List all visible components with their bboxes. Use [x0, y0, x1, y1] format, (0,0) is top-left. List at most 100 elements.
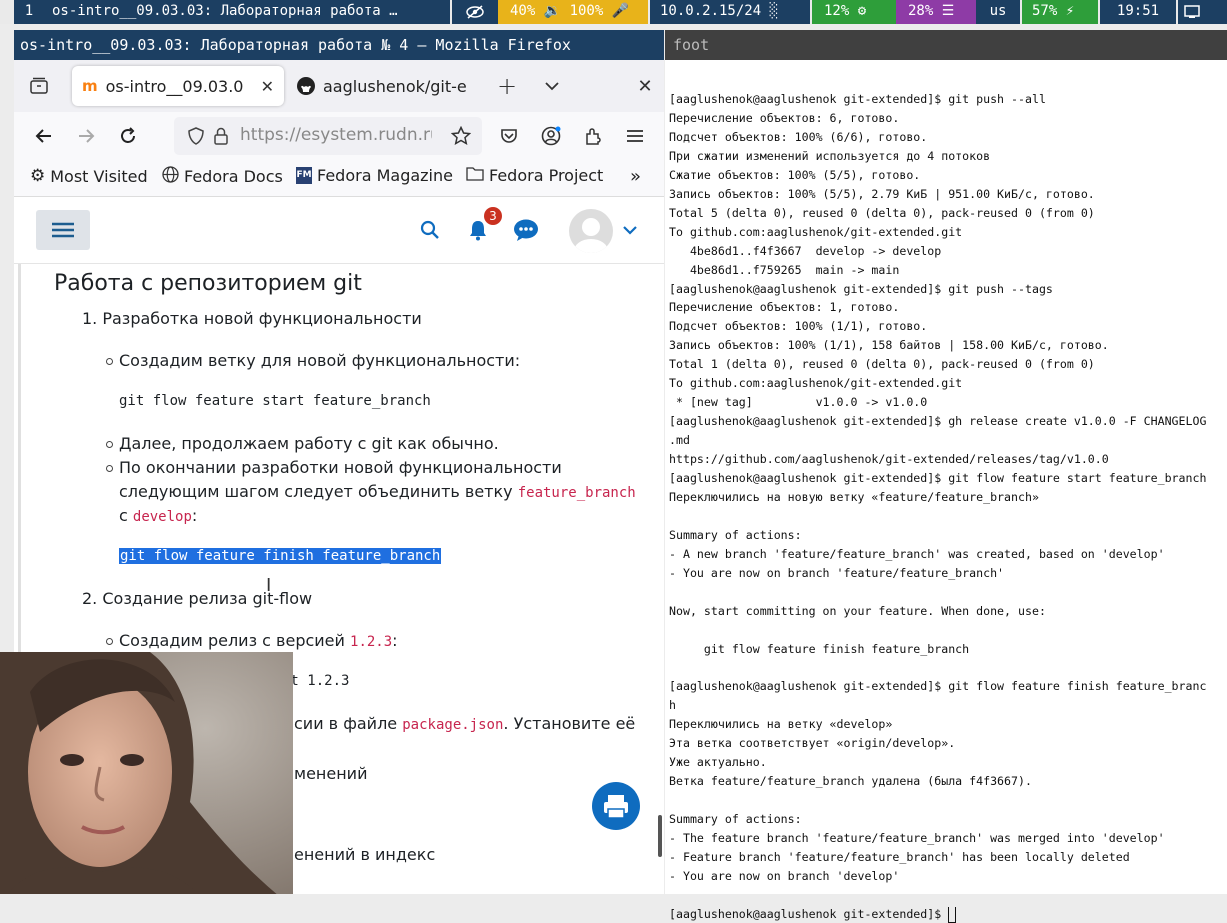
terminal-line: [aaglushenok@aaglushenok git-extended]$ … — [669, 414, 1207, 429]
search-icon[interactable] — [418, 218, 442, 242]
close-window-icon[interactable]: ✕ — [634, 74, 656, 98]
github-icon — [297, 77, 315, 95]
hamburger-menu-icon[interactable] — [624, 125, 646, 147]
forward-icon[interactable] — [74, 124, 98, 148]
memory-status: 28% ☰ — [896, 0, 976, 24]
terminal-line: Подсчет объектов: 100% (1/1), готово. — [669, 319, 928, 334]
terminal-line: Запись объектов: 100% (1/1), 158 байтов … — [669, 338, 1109, 353]
terminal-line: - The feature branch 'feature/feature_br… — [669, 831, 1165, 846]
lock-icon[interactable] — [212, 126, 230, 146]
inline-code: develop — [132, 509, 192, 525]
navigation-toolbar: https://esystem.rudn.ru — [14, 112, 664, 160]
terminal-line: Запись объектов: 100% (5/5), 2.79 КиБ | … — [669, 186, 1095, 201]
shield-icon[interactable] — [186, 126, 206, 146]
terminal-line: .md — [669, 433, 690, 448]
keyboard-layout[interactable]: us — [976, 0, 1020, 24]
bookmarks-toolbar: ⚙ Most Visited Fedora Docs FM Fedora Mag… — [14, 160, 664, 197]
user-avatar[interactable] — [569, 209, 613, 253]
inline-code: 1.2.3 — [350, 634, 393, 650]
bookmark-star-icon[interactable] — [450, 125, 472, 147]
terminal-line: Перечисление объектов: 6, готово. — [669, 110, 900, 125]
text-span: с — [119, 506, 128, 525]
print-button[interactable] — [592, 782, 640, 830]
terminal-line: Перечисление объектов: 1, готово. — [669, 300, 900, 315]
list-item: Создадим релиз с версией 1.2.3: — [119, 631, 398, 650]
terminal-line: https://github.com/aaglushenok/git-exten… — [669, 452, 1109, 467]
list-item-text: сии в файле package.json. Установите её — [294, 714, 635, 733]
list-item: Далее, продолжаем работу с git как обычн… — [119, 434, 499, 453]
terminal-line: To github.com:aaglushenok/git-extended.g… — [669, 224, 963, 239]
terminal-line: [aaglushenok@aaglushenok git-extended]$ … — [669, 92, 1046, 106]
firefox-title-bar: os-intro__09.03.03: Лабораторная работа … — [14, 30, 664, 60]
fedora-magazine-icon: FM — [296, 167, 312, 184]
extensions-icon[interactable] — [582, 125, 604, 147]
bookmark-label: Fedora Project — [489, 166, 604, 185]
tab-strip: m os-intro__09.03.0 ✕ aaglushenok/git-e … — [14, 60, 664, 112]
tab-list-icon[interactable] — [26, 74, 52, 98]
back-icon[interactable] — [32, 124, 56, 148]
focused-window-title: os-intro__09.03.03: Лабораторная работа … — [44, 0, 450, 24]
terminal-line: * [new tag] v1.0.0 -> v1.0.0 — [669, 395, 928, 410]
drawer-toggle-button[interactable] — [36, 210, 90, 250]
terminal-line: To github.com:aaglushenok/git-extended.g… — [669, 376, 963, 391]
terminal-line: Сжатие объектов: 100% (5/5), готово. — [669, 167, 921, 182]
terminal-line: [aaglushenok@aaglushenok git-extended]$ … — [669, 471, 1207, 485]
user-menu-chevron-icon[interactable] — [621, 222, 639, 238]
terminal-line: Переключились на ветку «develop» — [669, 717, 893, 732]
section-heading: Работа с репозиторием git — [54, 271, 362, 296]
text-span: следующим шагом следует объединить ветку — [119, 482, 513, 501]
bookmark-fedora-magazine[interactable]: FM Fedora Magazine — [296, 166, 453, 185]
text-span: . Установите её — [503, 714, 636, 733]
list-item-text: менений — [294, 764, 368, 783]
bookmark-label: Fedora Magazine — [317, 166, 453, 185]
close-tab-icon[interactable]: ✕ — [261, 77, 274, 96]
url-text[interactable]: https://esystem.rudn.ru — [240, 125, 432, 145]
terminal-line: git flow feature finish feature_branch — [669, 641, 970, 656]
printer-icon — [604, 795, 628, 819]
terminal-line: При сжатии изменений используется до 4 п… — [669, 148, 991, 163]
reload-icon[interactable] — [116, 124, 140, 148]
bookmark-most-visited[interactable]: ⚙ Most Visited — [30, 166, 148, 186]
tab-github[interactable]: aaglushenok/git-e — [286, 66, 486, 106]
terminal-line: 4be86d1..f759265 main -> main — [669, 262, 900, 277]
new-tab-icon[interactable]: + — [494, 72, 520, 100]
bookmarks-overflow-icon[interactable]: » — [630, 166, 641, 187]
audio-status[interactable]: 40% 🔉 100% 🎤 — [498, 0, 648, 24]
terminal-line: h — [669, 698, 676, 713]
terminal-line: Total 5 (delta 0), reused 0 (delta 0), p… — [669, 205, 1095, 220]
list-item-text: с develop: — [119, 506, 197, 525]
list-item: По окончании разработки новой функционал… — [119, 458, 562, 477]
bullet-icon — [106, 358, 113, 365]
tray-icon[interactable] — [1178, 0, 1227, 24]
battery-status: 57% ⚡ — [1022, 0, 1098, 24]
list-item: Создадим ветку для новой функциональност… — [119, 351, 521, 370]
tab-os-intro[interactable]: m os-intro__09.03.0 ✕ — [72, 66, 284, 106]
tab-label: aaglushenok/git-e — [323, 76, 467, 96]
workspace-indicator[interactable]: 1 — [14, 0, 44, 24]
bottom-strip — [0, 894, 1227, 907]
chevron-down-icon[interactable] — [541, 74, 563, 98]
bookmark-label: Most Visited — [50, 166, 148, 186]
pocket-icon[interactable] — [498, 125, 520, 147]
terminal-line: Подсчет объектов: 100% (6/6), готово. — [669, 129, 928, 144]
bookmark-fedora-docs[interactable]: Fedora Docs — [162, 166, 283, 187]
inline-code: feature_branch — [517, 485, 636, 501]
bookmark-label: Fedora Docs — [184, 167, 283, 186]
network-status[interactable]: 10.0.2.15/24 ░ — [650, 0, 810, 24]
selected-code-block[interactable]: git flow feature finish feature_branch — [119, 548, 442, 564]
idle-inhibitor-icon[interactable] — [452, 0, 498, 24]
terminal-title: foot — [665, 30, 1227, 60]
terminal-line: [aaglushenok@aaglushenok git-extended]$ — [669, 905, 957, 923]
clock[interactable]: 19:51 — [1100, 0, 1176, 24]
bullet-icon — [106, 441, 113, 448]
globe-icon — [162, 166, 179, 187]
bookmark-fedora-project[interactable]: Fedora Project — [466, 166, 603, 185]
terminal-line: Now, start committing on your feature. W… — [669, 603, 1046, 618]
url-bar[interactable]: https://esystem.rudn.ru — [174, 117, 482, 155]
account-icon[interactable] — [540, 125, 562, 147]
page-scrollbar-thumb[interactable] — [658, 815, 662, 857]
terminal-line: Уже актуально. — [669, 755, 767, 770]
messages-icon[interactable] — [512, 217, 540, 243]
terminal-line: 4be86d1..f4f3667 develop -> develop — [669, 243, 942, 258]
code-block: git flow feature start feature_branch — [119, 393, 431, 409]
